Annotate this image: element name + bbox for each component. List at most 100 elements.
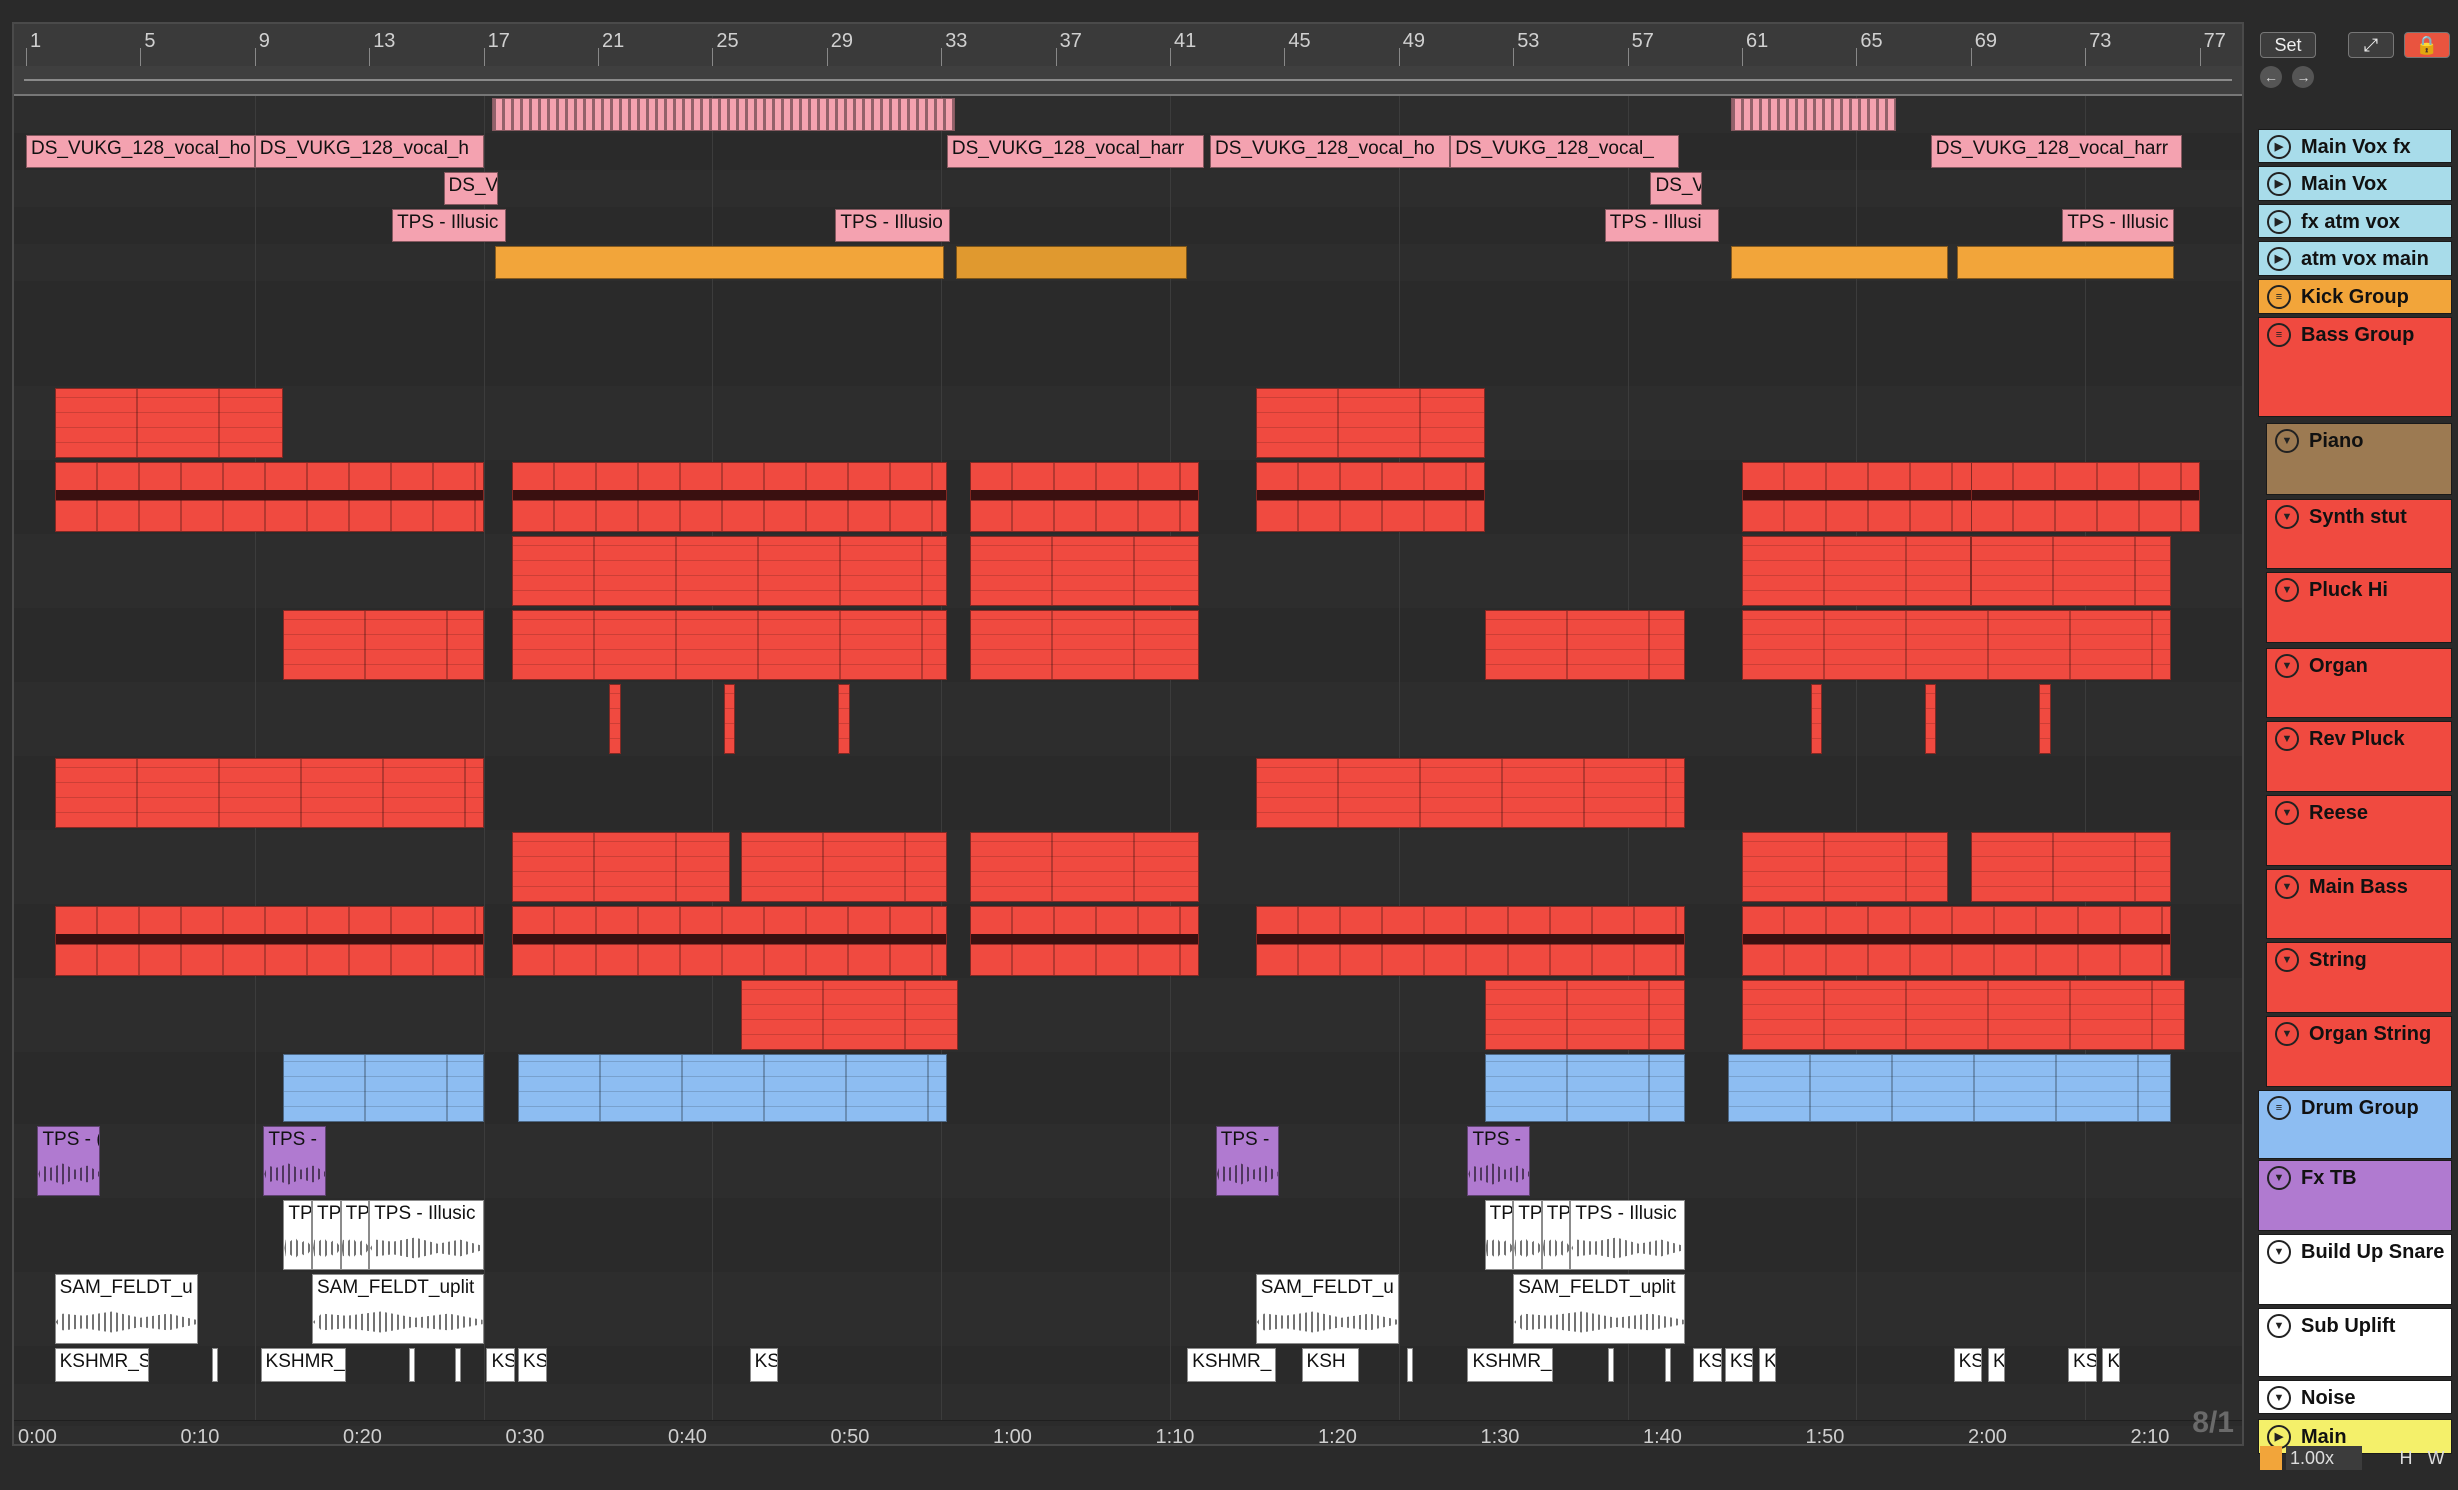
clip-organ[interactable] (512, 610, 947, 680)
clip-organ-string[interactable] (1484, 980, 1685, 1050)
clip-build-up[interactable]: TP (340, 1200, 370, 1270)
fold-icon[interactable]: ▼ (2275, 1022, 2299, 1047)
clip-noise-marker[interactable] (1664, 1348, 1671, 1382)
track-header[interactable]: ▼ Synth stut (2266, 498, 2452, 570)
clip-kick[interactable] (495, 246, 945, 279)
clip-rev-pluck[interactable] (1810, 684, 1823, 754)
clip-main-bass[interactable] (1742, 832, 1948, 902)
fold-icon[interactable]: ▼ (2267, 1166, 2291, 1191)
track-header[interactable]: ≡ Drum Group (2258, 1089, 2452, 1159)
mixer-icon[interactable] (2260, 1446, 2282, 1470)
track-header[interactable]: ▼ Reese (2266, 794, 2452, 866)
clip-drum[interactable] (1484, 1054, 1685, 1122)
fold-icon[interactable]: ▼ (2275, 874, 2299, 899)
track-header[interactable]: ▼ Main Bass (2266, 868, 2452, 940)
track-lane[interactable] (14, 682, 2242, 757)
clip-noise[interactable]: KS (517, 1348, 547, 1382)
clip-atm-main[interactable]: TPS - Illusic (2062, 209, 2174, 242)
clip-vox-fx[interactable] (1730, 98, 1897, 131)
track-header[interactable]: ▼ String (2266, 942, 2452, 1013)
clip-main-vox[interactable]: DS_VUKG_128_vocal_ho (26, 135, 255, 168)
clip-kick[interactable] (955, 246, 1188, 279)
clip-noise-marker[interactable] (211, 1348, 218, 1382)
clip-pluck-hi[interactable] (512, 536, 947, 606)
track-lane[interactable] (14, 386, 2242, 461)
clip-noise[interactable]: KS (486, 1348, 516, 1382)
clip-noise[interactable]: KS (2068, 1348, 2097, 1382)
clip-sub-uplift[interactable]: SAM_FELDT_u (1255, 1274, 1399, 1344)
clip-build-up[interactable]: TP (283, 1200, 312, 1270)
clip-fx-tb[interactable]: TPS - (1467, 1126, 1531, 1196)
clip-fx-atm[interactable]: DS_V (443, 172, 498, 205)
track-header[interactable]: ▼ Pluck Hi (2266, 572, 2452, 643)
clip-noise[interactable]: KSH (1301, 1348, 1359, 1382)
track-lane[interactable] (14, 1384, 2242, 1421)
clip-build-up[interactable]: TPS - Illusic (369, 1200, 484, 1270)
track-lane[interactable] (14, 281, 2242, 387)
play-icon[interactable]: ▶ (2267, 134, 2291, 159)
clip-rev-pluck[interactable] (838, 684, 850, 754)
fold-icon[interactable]: ▼ (2267, 1313, 2291, 1338)
clip-piano[interactable] (54, 388, 284, 458)
clip-atm-main[interactable]: TPS - Illusi (1604, 209, 1720, 242)
clip-pluck-hi[interactable] (1970, 536, 2171, 606)
clip-build-up[interactable]: TP (1541, 1200, 1571, 1270)
clip-organ[interactable] (1484, 610, 1685, 680)
clip-main-bass[interactable] (969, 832, 1199, 902)
clip-string[interactable] (1742, 906, 2171, 976)
track-header[interactable]: ▼ Fx TB (2258, 1160, 2452, 1231)
clip-build-up[interactable]: TP (312, 1200, 341, 1270)
clip-drum[interactable] (283, 1054, 484, 1122)
clip-fx-tb[interactable]: TPS - ( (37, 1126, 101, 1196)
arrangement-area[interactable]: 1 5 9 13 17 21 25 29 33 37 41 45 49 53 57 61 65 69 73 77 DS… (12, 22, 2244, 1446)
clip-fx-tb[interactable]: TPS - (263, 1126, 327, 1196)
fold-icon[interactable]: ▼ (2275, 727, 2299, 752)
clip-drum[interactable] (1727, 1054, 2171, 1122)
play-icon[interactable]: ▶ (2267, 247, 2291, 272)
clip-organ[interactable] (969, 610, 1199, 680)
fold-icon[interactable]: ▼ (2275, 578, 2299, 603)
clip-sub-uplift[interactable]: SAM_FELDT_u (54, 1274, 198, 1344)
track-lane[interactable] (14, 207, 2242, 245)
clip-noise[interactable]: KS (1724, 1348, 1754, 1382)
group-icon[interactable]: ≡ (2267, 285, 2291, 310)
track-lane[interactable] (14, 96, 2242, 134)
play-icon[interactable]: ▶ (2267, 209, 2291, 234)
w-button[interactable]: W (2424, 1446, 2448, 1470)
clip-synth-stut[interactable] (1255, 462, 1485, 532)
track-header[interactable]: ▶ Main Vox fx (2258, 128, 2452, 164)
clip-synth-stut[interactable] (1970, 462, 2200, 532)
clip-string[interactable] (54, 906, 484, 976)
clip-reese[interactable] (1255, 758, 1685, 828)
clip-main-vox[interactable]: DS_VUKG_128_vocal_h (254, 135, 484, 168)
clip-build-up[interactable]: TP (1484, 1200, 1514, 1270)
clip-noise[interactable]: K (2102, 1348, 2120, 1382)
loop-brace[interactable] (24, 79, 2232, 81)
loop-brace-bar[interactable] (14, 66, 2242, 96)
clip-pluck-hi[interactable] (1742, 536, 1971, 606)
clip-organ-string[interactable] (1742, 980, 2186, 1050)
clip-noise[interactable]: KSHMR_ (260, 1348, 347, 1382)
clip-main-vox[interactable]: DS_VUKG_128_vocal_harr (946, 135, 1205, 168)
clip-rev-pluck[interactable] (2039, 684, 2051, 754)
fold-icon[interactable]: ▼ (2275, 948, 2299, 973)
clip-main-bass[interactable] (741, 832, 947, 902)
clip-synth-stut[interactable] (512, 462, 947, 532)
clip-fx-atm[interactable]: DS_V (1650, 172, 1702, 205)
clip-organ-string[interactable] (741, 980, 959, 1050)
clip-synth-stut[interactable] (54, 462, 484, 532)
clip-noise[interactable]: KS (1953, 1348, 1983, 1382)
back-arrow-icon[interactable]: ← (2260, 66, 2282, 88)
track-header[interactable]: ▼ Piano (2266, 423, 2452, 496)
clip-main-vox[interactable]: DS_VUKG_128_vocal_harr (1930, 135, 2183, 168)
clip-main-vox[interactable]: DS_VUKG_128_vocal_ (1450, 135, 1680, 168)
clip-noise[interactable]: KSHMR_ (1467, 1348, 1554, 1382)
play-icon[interactable]: ▶ (2267, 172, 2291, 197)
clip-noise[interactable]: KS (1693, 1348, 1722, 1382)
fold-icon[interactable]: ▼ (2275, 653, 2299, 678)
track-header[interactable]: ▼ Build Up Snare (2258, 1234, 2452, 1305)
track-header[interactable]: ▶ atm vox main (2258, 241, 2452, 276)
zoom-value[interactable]: 1.00x (2286, 1446, 2362, 1470)
clip-atm-main[interactable]: TPS - Illusio (835, 209, 950, 242)
clip-organ[interactable] (283, 610, 484, 680)
